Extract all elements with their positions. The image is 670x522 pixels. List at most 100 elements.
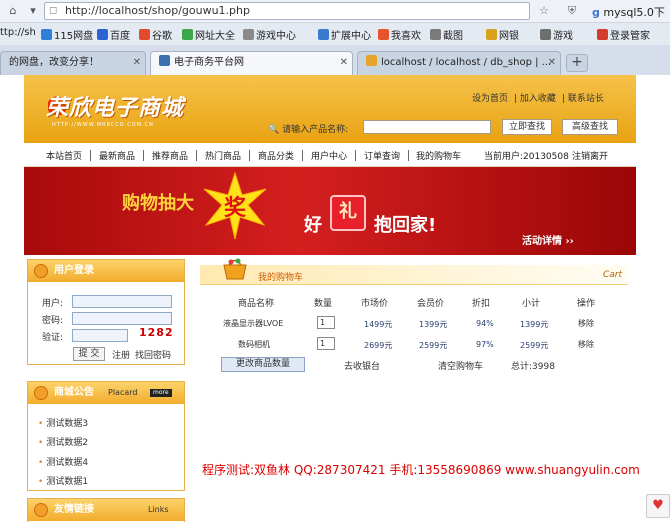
cart-title: 我的购物车 xyxy=(258,273,304,283)
menu-order-query[interactable]: 订单查询 xyxy=(364,149,400,162)
cart-item-market-price: 2699元 xyxy=(364,341,393,350)
page-viewport: 荣欣电子商城 HTTP://WWW.MRBCCD.COM.CN 设为首页 | 加入… xyxy=(0,75,670,522)
bookmark-item[interactable]: ttp://sh xyxy=(0,27,36,38)
remove-item-link[interactable]: 移除 xyxy=(578,318,594,329)
bookmark-item[interactable]: 网址大全 xyxy=(182,27,235,42)
site-container: 荣欣电子商城 HTTP://WWW.MRBCCD.COM.CN 设为首页 | 加入… xyxy=(24,75,640,522)
menu-categories[interactable]: 商品分类 xyxy=(258,149,294,162)
bookmark-icon xyxy=(486,29,497,40)
cart-item-name: 液晶显示器LVOE xyxy=(223,319,284,328)
search-button[interactable]: 立即查找 xyxy=(502,119,552,135)
bookmark-item[interactable]: 我喜欢 xyxy=(378,27,421,42)
menu-home[interactable]: 本站首页 xyxy=(46,149,82,162)
clear-cart-link[interactable]: 清空购物车 xyxy=(438,359,483,372)
update-quantity-button[interactable]: 更改商品数量 xyxy=(221,357,305,372)
col-header-name: 商品名称 xyxy=(238,299,275,309)
advanced-search-button[interactable]: 高级查找 xyxy=(562,119,618,135)
quantity-input[interactable]: 1 xyxy=(317,337,335,350)
tab-label: 电子商务平台网 xyxy=(174,57,244,68)
bookmark-item[interactable]: 网银 xyxy=(486,27,519,42)
close-icon[interactable]: ✕ xyxy=(340,52,348,74)
login-box: 用户登录 用户: 密码: 验证: 1282 提 交 注册 找回密码 xyxy=(27,259,185,365)
set-homepage-link[interactable]: 设为首页 xyxy=(472,94,508,104)
menu-hot[interactable]: 热门商品 xyxy=(205,149,241,162)
logout-link[interactable]: 注销离开 xyxy=(572,149,608,162)
address-url: http://localhost/shop/gouwu1.php xyxy=(65,4,250,17)
username-field[interactable] xyxy=(72,295,172,308)
add-favorite-link[interactable]: 加入收藏 xyxy=(520,94,556,104)
shopping-basket-icon xyxy=(223,258,247,280)
bookmark-item[interactable]: 截图 xyxy=(430,27,463,42)
notice-item[interactable]: 测试数据3 xyxy=(38,416,88,429)
site-shortcut[interactable]: g mysql5.0下 xyxy=(592,4,665,20)
login-box-title: 用户登录 xyxy=(54,265,94,276)
bookmark-item[interactable]: 登录管家 xyxy=(597,27,650,42)
col-header-discount: 折扣 xyxy=(472,299,491,309)
remove-item-link[interactable]: 移除 xyxy=(578,339,594,350)
banner-star-char: 奖 xyxy=(224,195,247,221)
verify-label: 验证: xyxy=(42,333,64,343)
chevron-down-icon[interactable]: ▾ xyxy=(24,3,42,19)
heart-icon[interactable]: ♥ xyxy=(646,494,670,518)
bookmark-item[interactable]: 游戏 xyxy=(540,27,573,42)
users-icon xyxy=(34,264,48,278)
site-shortcut-label: mysql5.0下 xyxy=(603,6,665,19)
close-icon[interactable]: ✕ xyxy=(133,52,141,74)
password-field[interactable] xyxy=(72,312,172,325)
checkout-link[interactable]: 去收银台 xyxy=(344,359,380,372)
shield-icon[interactable]: ⛨ xyxy=(564,3,580,19)
address-bar[interactable]: ◻ http://localhost/shop/gouwu1.php xyxy=(44,2,530,20)
banner-details-link[interactable]: 活动详情 ›› xyxy=(522,232,574,247)
banner-text: 购物抽大 xyxy=(122,193,194,214)
notice-item[interactable]: 测试数据2 xyxy=(38,435,88,448)
search-label: 🔍 请输入产品名称: xyxy=(268,125,349,135)
site-logo[interactable]: 荣欣电子商城 xyxy=(46,90,184,122)
bookmark-item[interactable]: 百度 xyxy=(97,27,130,42)
menu-divider xyxy=(90,150,91,161)
cart-item-discount: 97% xyxy=(476,340,494,349)
bookmark-item[interactable]: 扩展中心 xyxy=(318,27,371,42)
home-icon[interactable]: ⌂ xyxy=(4,3,22,19)
quantity-input[interactable]: 1 xyxy=(317,316,335,329)
menu-divider xyxy=(302,150,303,161)
menu-my-cart[interactable]: 我的购物车 xyxy=(416,149,461,162)
links-box-title: 友情链接 xyxy=(54,504,94,515)
menu-recommended[interactable]: 推荐商品 xyxy=(152,149,188,162)
star-icon[interactable]: ☆ xyxy=(536,3,552,19)
password-label: 密码: xyxy=(42,316,64,326)
search-input[interactable] xyxy=(363,120,491,134)
promo-banner[interactable]: 购物抽大 奖 好 礼 抱回家! 活动详情 ›› xyxy=(24,167,636,255)
links-box-header: 友情链接 Links xyxy=(28,499,184,521)
cart-item-market-price: 1499元 xyxy=(364,320,393,329)
bookmark-item[interactable]: 115网盘 xyxy=(41,27,93,42)
tab-shop[interactable]: 电子商务平台网 ✕ xyxy=(150,51,353,75)
notice-more-link[interactable]: more xyxy=(150,389,172,397)
notice-item[interactable]: 测试数据1 xyxy=(38,474,88,487)
notice-box-header: 商城公告 Placard more xyxy=(28,382,184,404)
cart-subtitle: Cart xyxy=(602,270,622,280)
bookmark-icon xyxy=(182,29,193,40)
contact-link[interactable]: 联系站长 xyxy=(568,94,604,104)
site-logo-url: HTTP://WWW.MRBCCD.COM.CN xyxy=(52,122,154,128)
star-burst-icon: 奖 xyxy=(203,171,267,240)
bookmark-icon xyxy=(243,29,254,40)
verify-code-field[interactable] xyxy=(72,329,128,342)
cart-item-discount: 94% xyxy=(476,319,494,328)
register-link[interactable]: 注册 xyxy=(112,348,130,361)
menu-new-products[interactable]: 最新商品 xyxy=(99,149,135,162)
close-icon[interactable]: ✕ xyxy=(548,52,556,74)
captcha-image[interactable]: 1282 xyxy=(139,326,174,339)
bookmark-item[interactable]: 游戏中心 xyxy=(243,27,296,42)
bookmark-item[interactable]: 谷歌 xyxy=(139,27,172,42)
col-header-member-price: 会员价 xyxy=(417,299,445,309)
login-submit-button[interactable]: 提 交 xyxy=(73,347,105,361)
forgot-password-link[interactable]: 找回密码 xyxy=(135,348,171,361)
tab-wangpan[interactable]: 的网盘，改变分享！ ✕ xyxy=(0,51,146,75)
menu-divider xyxy=(196,150,197,161)
notice-item[interactable]: 测试数据4 xyxy=(38,455,88,468)
cart-item-name: 数码相机 xyxy=(238,340,270,349)
google-icon: g xyxy=(592,6,600,19)
menu-user-center[interactable]: 用户中心 xyxy=(311,149,347,162)
new-tab-button[interactable]: + xyxy=(566,54,588,72)
tab-phpmyadmin[interactable]: localhost / localhost / db_shop | ... ✕ xyxy=(357,51,561,75)
